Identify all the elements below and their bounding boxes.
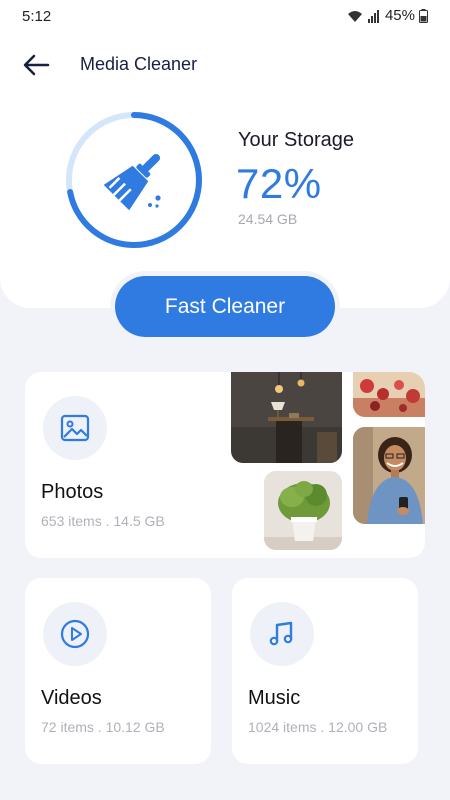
page-title: Media Cleaner	[80, 54, 198, 74]
flowers-photo	[353, 372, 425, 417]
music-note-icon	[269, 621, 293, 646]
music-card[interactable]: Music 1024 items . 12.00 GB	[232, 578, 418, 764]
wifi-icon	[347, 10, 362, 22]
back-button[interactable]	[20, 50, 54, 80]
videos-title: Videos	[41, 687, 102, 709]
battery-percent: 45%	[384, 7, 415, 24]
arrow-left-icon	[23, 54, 50, 76]
videos-subtitle: 72 items . 10.12 GB	[41, 719, 165, 735]
photos-icon-circle	[43, 396, 107, 460]
storage-gauge	[66, 112, 202, 248]
music-title: Music	[248, 687, 301, 709]
image-icon	[60, 414, 90, 442]
photos-card[interactable]: Photos 653 items . 14.5 GB	[25, 372, 425, 558]
music-subtitle: 1024 items . 12.00 GB	[248, 719, 388, 735]
signal-icon	[367, 9, 379, 23]
storage-size: 24.54 GB	[238, 211, 298, 227]
status-bar: 5:12 45%	[0, 0, 450, 32]
music-icon-circle	[250, 602, 314, 666]
videos-icon-circle	[43, 602, 107, 666]
app-bar: Media Cleaner	[0, 44, 450, 84]
battery-icon	[419, 8, 428, 23]
videos-card[interactable]: Videos 72 items . 10.12 GB	[25, 578, 211, 764]
storage-percent: 72%	[236, 160, 322, 207]
play-circle-icon	[60, 619, 90, 649]
broom-icon	[103, 153, 161, 211]
status-time: 5:12	[22, 8, 52, 25]
woman-portrait-photo	[353, 427, 425, 524]
plant-pot-photo	[264, 471, 342, 550]
photos-title: Photos	[41, 481, 104, 503]
photos-subtitle: 653 items . 14.5 GB	[41, 513, 165, 529]
storage-label: Your Storage	[238, 129, 355, 151]
fast-cleaner-button[interactable]: Fast Cleaner	[115, 276, 335, 337]
interior-lamp-photo	[231, 372, 342, 463]
status-icons: 45%	[347, 7, 428, 24]
